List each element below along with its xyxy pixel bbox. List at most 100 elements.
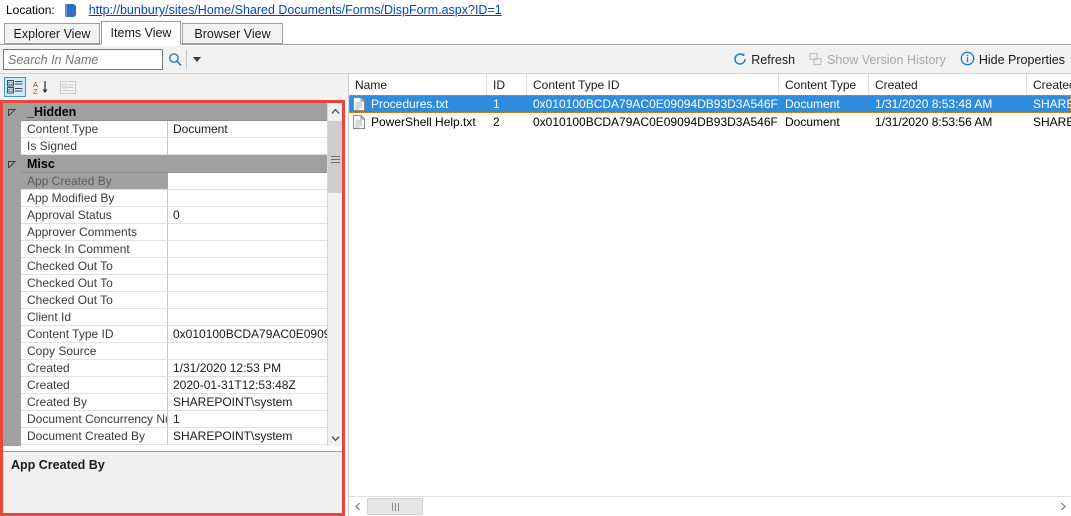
command-buttons: Refresh Show Version History Hide Proper… bbox=[731, 50, 1067, 70]
property-row[interactable]: Copy Source bbox=[3, 343, 328, 360]
column-header-label: ID bbox=[493, 77, 505, 92]
scroll-right-button[interactable] bbox=[1054, 498, 1071, 515]
refresh-button[interactable]: Refresh bbox=[731, 52, 797, 69]
column-header[interactable]: Created bbox=[869, 74, 1027, 95]
scroll-down-button[interactable] bbox=[328, 430, 342, 446]
magnifier-icon[interactable] bbox=[166, 50, 185, 69]
property-row[interactable]: Approval Status 0 bbox=[3, 207, 328, 224]
property-row[interactable]: Checked Out To bbox=[3, 258, 328, 275]
property-row[interactable]: App Modified By bbox=[3, 190, 328, 207]
property-value[interactable]: 2020-01-31T12:53:48Z bbox=[168, 377, 328, 394]
show-version-history-button[interactable]: Show Version History bbox=[807, 52, 948, 69]
hide-properties-button[interactable]: Hide Properties bbox=[958, 51, 1067, 69]
property-row[interactable]: Created 1/31/2020 12:53 PM bbox=[3, 360, 328, 377]
row-gutter bbox=[3, 190, 21, 207]
row-gutter bbox=[3, 241, 21, 258]
column-header[interactable]: ID bbox=[487, 74, 527, 95]
property-value[interactable] bbox=[168, 258, 328, 275]
property-name: Copy Source bbox=[21, 343, 168, 360]
row-gutter bbox=[3, 207, 21, 224]
property-name: Document Concurrency Num bbox=[21, 411, 168, 428]
property-value[interactable] bbox=[168, 173, 328, 190]
property-category-row[interactable]: Misc bbox=[3, 155, 328, 173]
scroll-left-button[interactable] bbox=[349, 498, 366, 515]
row-gutter[interactable] bbox=[3, 155, 21, 173]
expander-triangle-icon[interactable] bbox=[8, 160, 16, 168]
property-row[interactable]: Content Type ID0x010100BCDA79AC0E09094DB bbox=[3, 326, 328, 343]
category-label: _Hidden bbox=[21, 103, 328, 121]
table-cell: 0x010100BCDA79AC0E09094DB93D3A546F1F... bbox=[533, 97, 779, 111]
scroll-up-button[interactable] bbox=[328, 103, 342, 119]
property-value[interactable] bbox=[168, 309, 328, 326]
property-row[interactable]: Document Concurrency Num 1 bbox=[3, 411, 328, 428]
property-value[interactable]: 1 bbox=[168, 411, 328, 428]
row-gutter bbox=[3, 428, 21, 445]
row-gutter bbox=[3, 292, 21, 309]
property-row[interactable]: Checked Out To bbox=[3, 292, 328, 309]
scrollbar-track[interactable] bbox=[367, 498, 1053, 515]
scrollbar-thumb[interactable] bbox=[328, 121, 342, 193]
grip-icon bbox=[331, 154, 340, 163]
property-value[interactable]: Document bbox=[168, 121, 328, 138]
location-bar: Location: http://bunbury/sites/Home/Shar… bbox=[0, 0, 1071, 20]
property-value[interactable] bbox=[168, 224, 328, 241]
property-row[interactable]: Created 2020-01-31T12:53:48Z bbox=[3, 377, 328, 394]
property-value[interactable] bbox=[168, 138, 328, 155]
tab-browser-view[interactable]: Browser View bbox=[182, 23, 283, 44]
column-header[interactable]: Created By bbox=[1027, 74, 1071, 95]
property-pages-button[interactable] bbox=[57, 77, 79, 97]
property-value[interactable]: 0 bbox=[168, 207, 328, 224]
property-pages-icon bbox=[60, 80, 76, 94]
row-gutter[interactable] bbox=[3, 103, 21, 121]
property-row[interactable]: App Created By bbox=[3, 173, 328, 190]
property-value[interactable]: 0x010100BCDA79AC0E09094DB bbox=[168, 326, 328, 343]
property-name: Created By bbox=[21, 394, 168, 411]
expander-triangle-icon[interactable] bbox=[8, 108, 16, 116]
table-row[interactable]: PowerShell Help.txt 2 0x010100BCDA79AC0E09… bbox=[349, 113, 1071, 131]
property-row[interactable]: Created By SHAREPOINT\system bbox=[3, 394, 328, 411]
property-value[interactable]: 1/31/2020 12:53 PM bbox=[168, 360, 328, 377]
location-url-link[interactable]: http://bunbury/sites/Home/Shared Documen… bbox=[89, 3, 502, 17]
property-value[interactable] bbox=[168, 190, 328, 207]
chevron-down-icon[interactable] bbox=[189, 50, 205, 69]
column-header[interactable]: Name bbox=[349, 74, 487, 95]
property-grid-rows: _Hidden Content Type Document Is Signed Misc… bbox=[3, 103, 328, 445]
property-value[interactable] bbox=[168, 275, 328, 292]
property-value[interactable]: SHAREPOINT\system bbox=[168, 428, 328, 445]
table-row[interactable]: Procedures.txt 1 0x010100BCDA79AC0E09094DB… bbox=[349, 95, 1071, 113]
alphabetical-sort-button[interactable]: A Z bbox=[30, 77, 52, 97]
row-gutter bbox=[3, 377, 21, 394]
property-grid: _Hidden Content Type Document Is Signed Misc… bbox=[3, 103, 342, 447]
categorized-view-button[interactable] bbox=[4, 77, 26, 97]
property-category-row[interactable]: _Hidden bbox=[3, 103, 328, 121]
property-row[interactable]: Approver Comments bbox=[3, 224, 328, 241]
list-horizontal-scrollbar[interactable] bbox=[349, 496, 1071, 516]
text-file-icon bbox=[353, 97, 365, 111]
property-value[interactable] bbox=[168, 292, 328, 309]
property-value[interactable]: SHAREPOINT\system bbox=[168, 394, 328, 411]
property-name: Content Type bbox=[21, 121, 168, 138]
property-value[interactable] bbox=[168, 241, 328, 258]
column-header-label: Content Type bbox=[785, 77, 857, 92]
search-input[interactable] bbox=[3, 49, 163, 70]
tab-items-view[interactable]: Items View bbox=[101, 21, 181, 45]
property-row[interactable]: Document Created By SHAREPOINT\system bbox=[3, 428, 328, 445]
property-row[interactable]: Is Signed bbox=[3, 138, 328, 155]
scrollbar-thumb[interactable] bbox=[367, 498, 423, 515]
row-gutter bbox=[3, 309, 21, 326]
property-row[interactable]: Checked Out To bbox=[3, 275, 328, 292]
property-row[interactable]: Content Type Document bbox=[3, 121, 328, 138]
property-row[interactable]: Client Id bbox=[3, 309, 328, 326]
table-cell: 1/31/2020 8:53:48 AM bbox=[875, 97, 993, 111]
column-header[interactable]: Content Type bbox=[779, 74, 869, 95]
tab-label: Explorer View bbox=[13, 26, 91, 41]
table-cell: SHAREPOI bbox=[1033, 115, 1071, 129]
text-file-icon bbox=[353, 115, 365, 129]
property-grid-scrollbar[interactable] bbox=[327, 103, 342, 446]
column-header[interactable]: Content Type ID bbox=[527, 74, 779, 95]
property-value[interactable] bbox=[168, 343, 328, 360]
column-header-label: Content Type ID bbox=[533, 77, 620, 92]
property-row[interactable]: Check In Comment bbox=[3, 241, 328, 258]
tab-explorer-view[interactable]: Explorer View bbox=[4, 23, 100, 44]
property-name: Approval Status bbox=[21, 207, 168, 224]
